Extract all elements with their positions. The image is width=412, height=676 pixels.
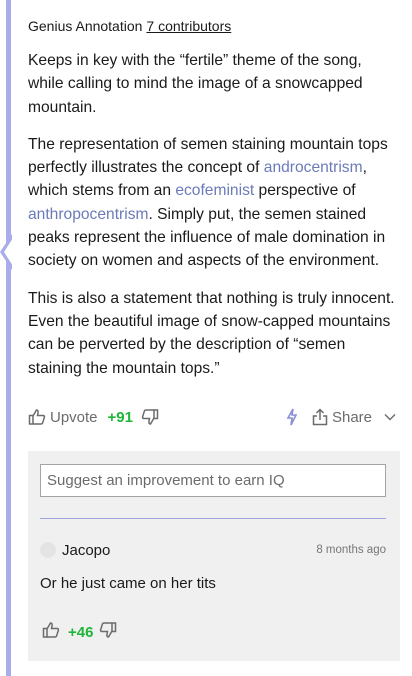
comment-item: Jacopo 8 months ago Or he just came on h…	[40, 535, 386, 592]
annotation-header: Genius Annotation 7 contributors	[28, 18, 400, 34]
paragraph-text: perspective of	[254, 182, 356, 200]
comment-vote-bar: +46	[42, 621, 117, 643]
comments-section: Jacopo 8 months ago Or he just came on h…	[28, 451, 400, 661]
comment-timestamp: 8 months ago	[316, 544, 386, 556]
thumbs-up-icon[interactable]	[28, 408, 46, 426]
thumbs-up-icon[interactable]	[42, 621, 60, 643]
upvote-button[interactable]: Upvote	[50, 409, 98, 426]
anthropocentrism-link[interactable]: anthropocentrism	[28, 206, 148, 223]
suggest-improvement-input[interactable]	[40, 464, 386, 497]
comment-header: Jacopo 8 months ago	[40, 535, 386, 565]
ecofeminist-link[interactable]: ecofeminist	[175, 182, 254, 199]
comments-divider	[40, 518, 386, 519]
comment-author[interactable]: Jacopo	[62, 542, 110, 559]
annotation-body: Keeps in key with the “fertile” theme of…	[28, 49, 400, 380]
annotation-paragraph-1: Keeps in key with the “fertile” theme of…	[28, 52, 363, 116]
avatar[interactable]	[40, 542, 56, 558]
upvote-count: +91	[107, 408, 133, 426]
annotation-label: Genius Annotation	[28, 18, 143, 34]
lightning-icon[interactable]	[286, 408, 298, 426]
annotation-vote-bar: Upvote +91 Share	[28, 404, 396, 430]
chevron-down-icon[interactable]	[384, 413, 396, 421]
thumbs-down-icon[interactable]	[141, 408, 159, 426]
annotation-content: Genius Annotation 7 contributors Keeps i…	[28, 0, 400, 394]
annotation-paragraph-3: This is also a statement that nothing is…	[28, 289, 395, 377]
comment-vote-count: +46	[68, 623, 94, 641]
comment-body: Or he just came on her tits	[40, 575, 216, 592]
androcentrism-link[interactable]: androcentrism	[264, 159, 363, 176]
contributors-link[interactable]: 7 contributors	[146, 18, 231, 34]
share-icon[interactable]	[312, 408, 328, 426]
annotation-pointer-arrow-inner	[4, 238, 13, 266]
share-button[interactable]: Share	[332, 409, 372, 426]
annotation-paragraph-2: The representation of semen staining mou…	[28, 133, 400, 273]
annotation-side-bar	[6, 0, 11, 676]
thumbs-down-icon[interactable]	[99, 621, 117, 643]
